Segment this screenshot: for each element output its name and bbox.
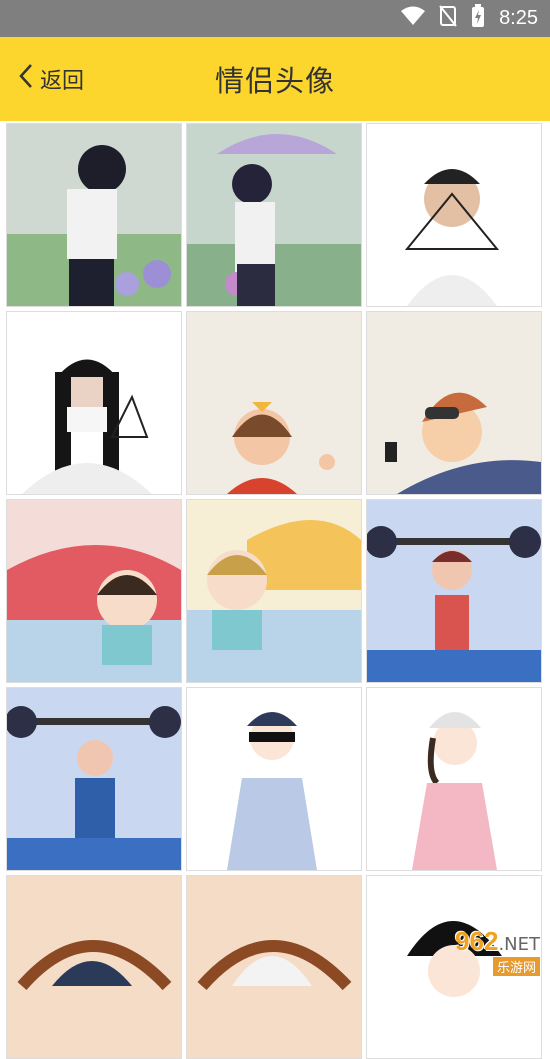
avatar-grid: [6, 123, 544, 1059]
status-bar: 8:25: [0, 0, 550, 37]
no-sim-icon: [439, 4, 457, 33]
avatar-tile[interactable]: [366, 499, 542, 683]
app-bar: 返回 情侣头像: [0, 37, 550, 121]
watermark-number: 962: [455, 926, 499, 956]
watermark-sub: 乐游网: [492, 957, 540, 976]
cartoon-girl-peace-image: [367, 688, 541, 870]
anime-boy-rain-image: [7, 124, 181, 306]
avatar-tile[interactable]: [186, 687, 362, 871]
straw-hat-1-image: [7, 876, 181, 1058]
avatar-tile[interactable]: [6, 123, 182, 307]
anime-girl-umbrella-image: [187, 124, 361, 306]
avatar-tile[interactable]: [366, 123, 542, 307]
anime-boy-kid-image: [187, 500, 361, 682]
weightlift-man-image: [7, 688, 181, 870]
weightlift-girl-image: [367, 500, 541, 682]
avatar-tile[interactable]: [186, 123, 362, 307]
avatar-tile[interactable]: [366, 687, 542, 871]
avatar-tile[interactable]: [186, 875, 362, 1059]
wifi-icon: [401, 6, 426, 32]
avatar-tile[interactable]: [6, 875, 182, 1059]
avatar-tile[interactable]: [186, 499, 362, 683]
avatar-tile[interactable]: [6, 311, 182, 495]
avatar-tile[interactable]: [6, 499, 182, 683]
avatar-tile[interactable]: [366, 311, 542, 495]
battery-icon: [471, 3, 485, 34]
avatar-tile[interactable]: [186, 311, 362, 495]
cartoon-boy-cap-image: [187, 688, 361, 870]
photo-man-triangle-image: [367, 124, 541, 306]
photo-woman-triangle-image: [7, 312, 181, 494]
cartoon-boy-phone-image: [367, 312, 541, 494]
anime-girl-kid-image: [7, 500, 181, 682]
clock: 8:25: [499, 7, 538, 29]
avatar-tile[interactable]: [6, 687, 182, 871]
watermark-logo: 962.NET 乐游网: [410, 926, 540, 976]
watermark-suffix: .NET: [498, 934, 540, 955]
straw-hat-2-image: [187, 876, 361, 1058]
page-title: 情侣头像: [214, 64, 335, 98]
cartoon-girl-bow-image: [187, 312, 361, 494]
